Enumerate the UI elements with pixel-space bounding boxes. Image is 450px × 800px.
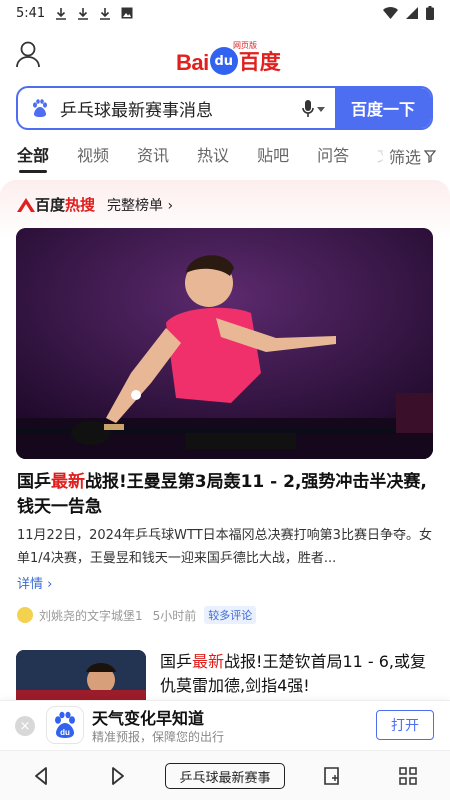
notification-icons (55, 7, 133, 20)
voice-search-button[interactable] (302, 100, 325, 118)
search-bar: 乒乓球最新赛事消息 百度一下 (16, 86, 433, 130)
logo-bai: Bai (176, 50, 209, 75)
table-tennis-player-image (16, 228, 433, 459)
open-app-button[interactable]: 打开 (376, 710, 434, 740)
tab-tieba[interactable]: 贴吧 (257, 142, 289, 166)
forward-button[interactable] (105, 763, 131, 789)
news-meta: 刘姚尧的文字城堡1 5小时前 较多评论 (17, 606, 257, 624)
hot-search-header: 百度 热搜 完整榜单 › (17, 194, 173, 215)
microphone-icon (302, 100, 314, 117)
back-button[interactable] (28, 763, 54, 789)
tab-all[interactable]: 全部 (17, 142, 49, 173)
news-source[interactable]: 刘姚尧的文字城堡1 (39, 607, 143, 624)
header: Bai du 百度 网页版 (0, 26, 450, 84)
news-time: 5小时前 (152, 608, 197, 623)
ad-title: 天气变化早知道 (92, 709, 205, 728)
menu-grid-button[interactable] (395, 763, 421, 789)
download-icon (56, 7, 67, 20)
grid-icon (399, 767, 417, 785)
news2-title[interactable]: 国乒最新战报!王楚钦首局11 - 6,或复仇莫雷加德,剑指4强! (160, 650, 440, 698)
close-icon[interactable]: × (15, 716, 35, 736)
tabs-icon (324, 767, 339, 785)
current-query-button[interactable]: 乒乓球最新赛事 (165, 763, 285, 789)
baidu-paw-icon (33, 99, 47, 117)
news-title-prefix: 国乒 (17, 472, 51, 492)
tab-news[interactable]: 资讯 (137, 142, 169, 166)
bottom-navigation: 乒乓球最新赛事 (0, 750, 450, 800)
news-description: 11月22日，2024年乒乓球WTT日本福冈总决赛打响第3比赛日争夺。女单1/4… (17, 528, 432, 566)
download-icon (78, 7, 89, 20)
news2-title-prefix: 国乒 (160, 652, 193, 671)
status-bar: 5:41 (0, 0, 450, 26)
hot-search-brand-text: 百度 (35, 196, 66, 214)
ad-logo-text: du (60, 728, 70, 737)
download-icon (100, 7, 111, 20)
filter-icon (424, 149, 436, 163)
user-profile-button[interactable] (15, 40, 41, 68)
forward-arrow-icon (112, 767, 124, 785)
news-tag: 较多评论 (204, 606, 257, 624)
ad-subtitle: 精准预报，保障您的出行 (92, 730, 225, 744)
wifi-icon (383, 7, 398, 19)
app-promo-banner: × du 天气变化早知道 精准预报，保障您的出行 打开 (0, 700, 450, 750)
filter-label: 筛选 (388, 148, 421, 167)
logo-paw: du (209, 47, 238, 75)
logo-du: du (214, 53, 234, 69)
hot-search-brand-red: 热搜 (65, 196, 96, 214)
baidu-logo: Bai du 百度 网页版 (176, 40, 281, 76)
user-icon (16, 41, 40, 68)
signal-icon (406, 7, 418, 19)
battery-icon (426, 6, 434, 20)
search-tabs: 全部 视频 资讯 热议 贴吧 问答 文 筛选 (0, 138, 450, 173)
tabs-button[interactable] (320, 763, 346, 789)
hot-search-card: 百度 热搜 完整榜单 › 国乒最新战报!王曼昱第3局轰11 - 2,强势冲击半决赛… (0, 180, 450, 700)
search-button[interactable]: 百度一下 (335, 88, 431, 128)
hot-search-logo-icon (17, 197, 35, 212)
source-avatar (17, 607, 33, 623)
caret-down-icon (317, 106, 325, 112)
baidu-app-logo: du (46, 706, 84, 744)
tab-discussion[interactable]: 热议 (197, 142, 229, 166)
news2-thumbnail[interactable] (16, 650, 146, 700)
logo-web-version: 网页版 (233, 41, 257, 50)
news-title[interactable]: 国乒最新战报!王曼昱第3局轰11 - 2,强势冲击半决赛,钱天一告急 (17, 470, 437, 520)
system-icons (383, 6, 434, 20)
search-query: 乒乓球最新赛事消息 (60, 100, 213, 121)
gallery-icon (121, 7, 133, 19)
filter-button[interactable]: 筛选 (382, 144, 436, 168)
tab-video[interactable]: 视频 (77, 142, 109, 166)
news2-title-highlight: 最新 (192, 652, 225, 671)
hot-search-brand: 百度 热搜 (35, 194, 95, 215)
status-time: 5:41 (16, 5, 46, 21)
tab-qa[interactable]: 问答 (317, 142, 349, 166)
news-title-highlight: 最新 (51, 472, 85, 492)
full-ranking-link[interactable]: 完整榜单 › (107, 195, 173, 215)
baidu-paw-icon: du (55, 711, 75, 738)
player-thumbnail-image (16, 650, 146, 700)
news-hero-image[interactable] (16, 228, 433, 459)
back-arrow-icon (35, 767, 47, 785)
search-input[interactable]: 乒乓球最新赛事消息 (18, 88, 335, 128)
news-detail-link[interactable]: 详情 › (17, 573, 52, 592)
